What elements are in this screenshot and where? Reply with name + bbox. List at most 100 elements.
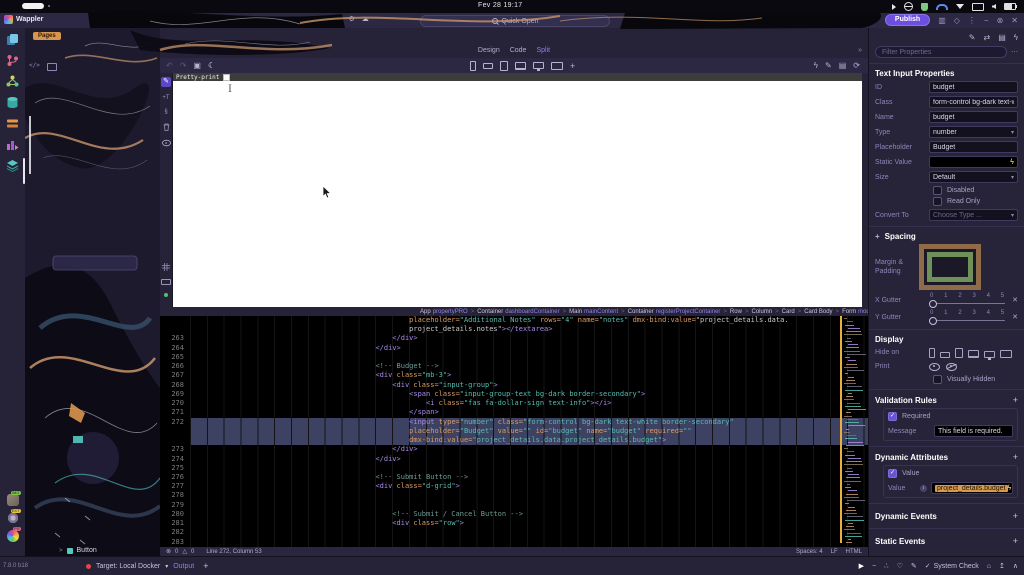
code-line[interactable]: 277 <div class="d-grid"> (160, 482, 868, 492)
code-line[interactable]: 282 (160, 528, 868, 538)
arc-tray-icon[interactable] (936, 3, 948, 10)
x-gutter-slider[interactable] (929, 300, 1006, 308)
code-view-icon[interactable]: </> (29, 62, 40, 71)
widescreen-view-icon[interactable] (551, 61, 563, 70)
battery-tray-icon[interactable] (1004, 3, 1017, 10)
tablet-icon[interactable] (955, 347, 963, 358)
field-select[interactable]: number ▾ (929, 126, 1018, 138)
magic-actions-icon[interactable]: ϟ (1014, 33, 1018, 42)
breadcrumb-item[interactable]: Column (751, 309, 772, 315)
cursor-tray-icon[interactable] (892, 3, 896, 10)
wifi-tray-icon[interactable] (956, 4, 964, 9)
code-line[interactable]: 267 <div class="mb-3"> (160, 371, 868, 381)
code-line[interactable]: 273 </div> (160, 445, 868, 455)
flash-icon[interactable]: ϟ (1010, 159, 1014, 166)
tab-split[interactable]: Split (536, 47, 550, 54)
inspect-element-icon[interactable]: ▣ (193, 61, 201, 70)
tabs-overflow-icon[interactable]: » (858, 47, 862, 54)
slider-knob[interactable] (929, 317, 937, 325)
code-line[interactable]: dmx-bind:value="project_details.data.pro… (160, 436, 868, 446)
settings-app-icon[interactable]: EXT (6, 509, 21, 524)
eol-setting[interactable]: LF (831, 549, 838, 555)
share-icon[interactable]: ∴ (884, 562, 888, 570)
code-line[interactable]: 266 <!-- Budget --> (160, 362, 868, 372)
field-input[interactable]: form-control bg-dark text-white border-s… (929, 96, 1018, 108)
phone-icon[interactable] (929, 347, 935, 358)
system-clock[interactable]: Fev 28 19:17 (478, 2, 522, 9)
box-model-control[interactable] (919, 244, 981, 290)
phone-landscape-view-icon[interactable] (483, 62, 493, 69)
breadcrumb-item[interactable]: Main mainContent (569, 309, 618, 315)
gear-icon[interactable]: ⚙ (349, 15, 355, 23)
cloud-sync-icon[interactable]: ☁ (362, 15, 369, 23)
collapse-panel-icon[interactable]: − (872, 563, 876, 570)
run-icon[interactable]: ▶ (859, 562, 864, 570)
draw-icon[interactable]: ✎ (911, 562, 917, 570)
flash-actions-icon[interactable]: ϟ (814, 61, 818, 70)
code-line[interactable]: project_details.notes"></textarea> (160, 325, 868, 335)
sound-tray-icon[interactable] (992, 4, 996, 9)
breadcrumb-item[interactable]: Formmodify_project_form (842, 309, 868, 315)
code-line[interactable]: 271 </span> (160, 408, 868, 418)
value-binding-input[interactable]: project_details.budget ϟ (931, 482, 1013, 494)
tablet-view-icon[interactable] (500, 60, 508, 71)
widescreen-icon[interactable] (1000, 349, 1012, 358)
value-attribute-checkbox[interactable]: ✓ (888, 469, 897, 478)
add-static-event-icon[interactable]: + (1013, 536, 1018, 546)
dark-mode-moon-icon[interactable]: ☾ (208, 61, 215, 70)
quick-open-button[interactable]: Quick Open (420, 15, 610, 27)
add-dynamic-attribute-icon[interactable]: + (1013, 452, 1018, 462)
redo-icon[interactable]: ↷ (180, 61, 187, 70)
field-input[interactable]: Budget (929, 141, 1018, 153)
minimize-icon[interactable]: − (984, 16, 989, 25)
system-menu-pill[interactable] (22, 3, 44, 9)
code-line[interactable]: placeholder="Additional Notes" rows="4" … (160, 316, 868, 326)
publish-button[interactable]: Publish (884, 14, 931, 26)
info-icon[interactable]: i (920, 484, 927, 492)
convert-to-select[interactable]: Choose Type ... ▾ (929, 209, 1018, 221)
project-selector[interactable]: ▾ ⚙ ☁ (338, 15, 369, 23)
code-line[interactable]: 269 <span class="input-group-text bg-dar… (160, 389, 868, 400)
field-input[interactable]: ϟ (929, 156, 1018, 168)
caret-down-icon[interactable]: ▾ (165, 563, 168, 570)
phone-landscape-icon[interactable] (940, 351, 950, 358)
pages-icon[interactable] (4, 32, 21, 47)
breadcrumb-item[interactable]: Container registerProjectContainer (628, 309, 721, 315)
add-dynamic-event-icon[interactable]: + (1013, 511, 1018, 521)
server-actions-icon[interactable] (4, 116, 21, 131)
pages-tab[interactable]: Pages (33, 32, 61, 40)
tab-design[interactable]: Design (478, 47, 500, 54)
clip-icon[interactable]: § (164, 109, 167, 115)
y-gutter-slider[interactable] (929, 317, 1006, 325)
edit-properties-icon[interactable]: ✎ (969, 33, 976, 42)
field-input[interactable]: budget (929, 111, 1018, 123)
phone-view-icon[interactable] (470, 60, 476, 71)
panel-layout-icon[interactable]: ▤ (998, 33, 1006, 42)
binding-expression[interactable]: project_details.budget (935, 484, 1008, 492)
print-hidden-icon[interactable] (946, 362, 957, 371)
image-editor-app-icon[interactable]: IMG (6, 491, 21, 506)
slider-knob[interactable] (929, 300, 937, 308)
read-only-checkbox[interactable] (933, 197, 942, 206)
like-icon[interactable]: ♡ (897, 562, 903, 570)
tree-item-button[interactable]: > Button (59, 547, 97, 554)
field-input[interactable]: budget (929, 81, 1018, 93)
components-icon[interactable] (4, 137, 21, 152)
color-wheel-app-icon[interactable]: PS (6, 527, 21, 542)
restore-icon[interactable]: ⊗ (997, 16, 1004, 25)
code-line[interactable]: 265 (160, 352, 868, 363)
editor-scrollbar[interactable] (840, 316, 842, 543)
syntax-mode[interactable]: HTML (846, 549, 862, 555)
code-line[interactable]: 272 <input type="number" class="form-con… (160, 417, 868, 427)
add-text-icon[interactable]: +T (162, 95, 169, 101)
required-checkbox[interactable]: ✓ (888, 412, 897, 421)
code-line[interactable]: 280 <!-- Submit / Cancel Button --> (160, 509, 868, 520)
api-connections-icon[interactable] (4, 74, 21, 89)
system-check-button[interactable]: ✓ System Check (925, 562, 979, 571)
print-visible-icon[interactable] (929, 362, 940, 371)
git-icon[interactable] (4, 53, 21, 68)
indent-setting[interactable]: Spaces: 4 (796, 549, 823, 555)
more-options-icon[interactable]: ⋯ (1011, 48, 1018, 56)
output-link[interactable]: Output (173, 563, 194, 570)
clear-y-gutter-icon[interactable]: ✕ (1012, 313, 1018, 321)
